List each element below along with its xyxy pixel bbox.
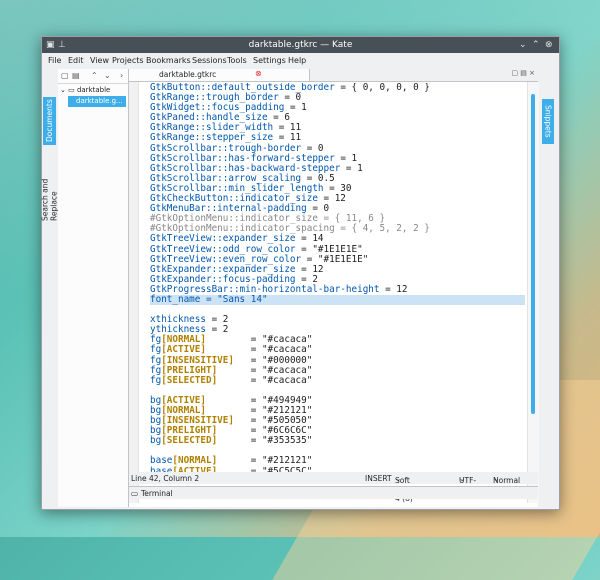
menu-bar: File Edit View Projects Bookmarks Sessio… <box>42 54 559 68</box>
terminal-tab[interactable]: Terminal <box>141 489 173 498</box>
code-line[interactable]: fg[SELECTED] = "#cacaca" <box>150 375 525 386</box>
maximize-icon[interactable]: ⌃ <box>532 37 540 53</box>
document-tree: ⌄ ▭ darktable darktable.g... <box>60 85 126 107</box>
tab-documents[interactable]: Documents <box>43 97 56 145</box>
title-bar: ▣ ⊥ darktable.gtkrc — Kate ⌄ ⌃ ⊗ <box>42 37 559 53</box>
tab-bar-icons[interactable]: ▢ ▤ × <box>511 69 535 77</box>
documents-panel: ▢ ▤ ⌃ ⌄ › ⌄ ▭ darktable darktable.g... <box>58 69 129 507</box>
minimize-icon[interactable]: ⌄ <box>519 37 527 53</box>
menu-settings[interactable]: Settings <box>253 56 286 65</box>
terminal-icon: ▭ <box>131 489 139 498</box>
menu-view[interactable]: View <box>90 56 109 65</box>
right-sidebar-tabs: Snippets <box>539 69 557 507</box>
kate-window: ▣ ⊥ darktable.gtkrc — Kate ⌄ ⌃ ⊗ File Ed… <box>41 36 560 510</box>
tab-label: darktable.gtkrc <box>159 70 217 79</box>
encoding[interactable]: UTF-8 ⌄ <box>459 474 476 494</box>
menu-sessions[interactable]: Sessions <box>192 56 227 65</box>
new-doc-icon[interactable]: ▢ <box>61 71 69 80</box>
code-view[interactable]: GtkButton::default_outside_border = { 0,… <box>150 83 525 503</box>
cursor-position[interactable]: Line 42, Column 2 <box>131 474 199 483</box>
code-line[interactable]: font_name = "Sans 14" <box>150 294 525 306</box>
down-icon[interactable]: ⌄ <box>104 71 111 80</box>
tab-bar: darktable.gtkrc ⊗ ▢ ▤ × <box>129 69 538 82</box>
menu-help[interactable]: Help <box>288 56 306 65</box>
window-title: darktable.gtkrc — Kate <box>248 40 353 50</box>
open-doc-icon[interactable]: ▤ <box>72 71 80 80</box>
vertical-scrollbar[interactable] <box>527 82 539 503</box>
line-gutter <box>129 82 139 503</box>
left-sidebar-tabs: Documents Search and Replace <box>41 69 59 507</box>
code-line[interactable]: bg[SELECTED] = "#353535" <box>150 436 525 446</box>
input-mode[interactable]: INSERT <box>365 474 392 483</box>
more-icon[interactable]: › <box>120 71 123 80</box>
panel-toolbar: ▢ ▤ ⌃ ⌄ › <box>58 69 128 84</box>
menu-edit[interactable]: Edit <box>68 56 84 65</box>
tab-snippets[interactable]: Snippets <box>542 99 554 144</box>
document-tab[interactable]: darktable.gtkrc ⊗ <box>129 69 310 81</box>
close-icon[interactable]: ⊗ <box>545 37 553 53</box>
bottom-toolview: ▭ Terminal <box>129 486 538 499</box>
menu-file[interactable]: File <box>48 56 61 65</box>
tab-close-icon[interactable]: ⊗ <box>255 69 262 78</box>
editor-area: darktable.gtkrc ⊗ ▢ ▤ × GtkButton::defau… <box>129 69 539 507</box>
menu-projects[interactable]: Projects <box>112 56 144 65</box>
folder-label: darktable <box>76 86 111 94</box>
tab-search-replace[interactable]: Search and Replace <box>41 151 59 221</box>
status-bar: Line 42, Column 2 INSERT Soft Tabs: 4 (8… <box>129 472 538 503</box>
tree-folder[interactable]: ⌄ ▭ darktable <box>60 85 126 96</box>
menu-tools[interactable]: Tools <box>227 56 247 65</box>
scrollbar-thumb[interactable] <box>531 94 535 414</box>
menu-bookmarks[interactable]: Bookmarks <box>146 56 191 65</box>
syntax-mode[interactable]: Normal ⌄ <box>493 474 520 485</box>
indent-setting[interactable]: Soft Tabs: 4 (8) ⌄ <box>395 474 414 503</box>
expand-icon: ⌄ ▭ <box>60 86 77 94</box>
up-icon[interactable]: ⌃ <box>91 71 98 80</box>
file-label: darktable.g... <box>76 97 123 105</box>
tree-file[interactable]: darktable.g... <box>68 96 126 107</box>
